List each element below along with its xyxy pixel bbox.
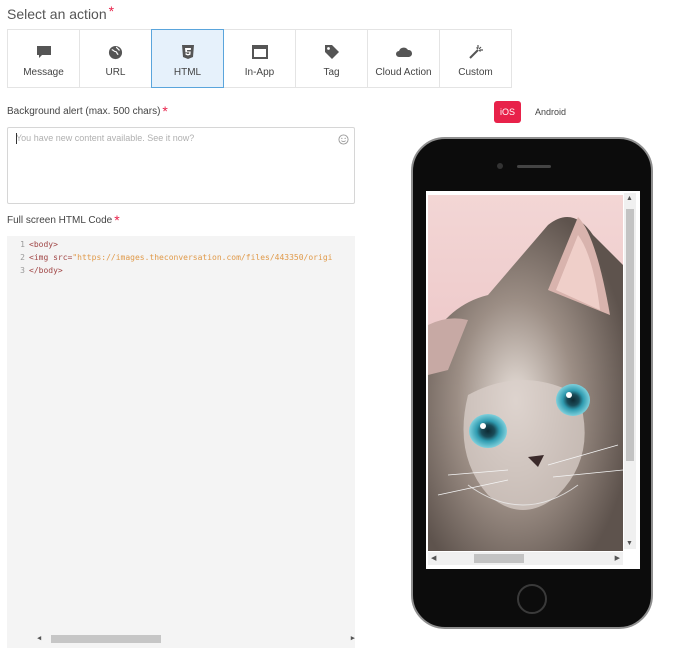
scroll-down-arrow-icon[interactable]: ▼ bbox=[626, 540, 633, 547]
html-code-label: Full screen HTML Code * bbox=[7, 212, 120, 228]
background-alert-input[interactable]: You have new content available. See it n… bbox=[7, 127, 355, 204]
required-mark: * bbox=[114, 212, 120, 228]
html-code-editor[interactable]: 1 <body> 2 <img src="https://images.thecon… bbox=[7, 236, 355, 648]
scroll-left-arrow-icon[interactable]: ◀ bbox=[37, 634, 41, 642]
magic-wand-icon bbox=[468, 44, 484, 60]
tag-icon bbox=[324, 44, 340, 60]
background-alert-placeholder: You have new content available. See it n… bbox=[16, 133, 195, 143]
phone-home-button bbox=[517, 584, 547, 614]
scrollbar-thumb[interactable] bbox=[474, 554, 524, 563]
action-cloud-action-button[interactable]: Cloud Action bbox=[367, 29, 440, 88]
scrollbar-thumb[interactable] bbox=[626, 209, 634, 461]
code-line: 3 </body> bbox=[20, 266, 63, 275]
action-label: Cloud Action bbox=[375, 67, 432, 78]
window-icon bbox=[251, 44, 268, 60]
required-mark: * bbox=[108, 3, 115, 19]
action-in-app-button[interactable]: In-App bbox=[223, 29, 296, 88]
phone-speaker bbox=[517, 165, 551, 168]
action-label: Message bbox=[23, 67, 64, 78]
action-label: Custom bbox=[458, 67, 493, 78]
tab-android[interactable]: Android bbox=[529, 101, 572, 123]
globe-icon bbox=[108, 44, 123, 60]
required-mark: * bbox=[162, 103, 168, 119]
code-line: 2 <img src="https://images.theconversatio… bbox=[20, 253, 333, 262]
code-line: 1 <body> bbox=[20, 240, 58, 249]
phone-screen: ▲ ▼ ◀ ▶ bbox=[426, 191, 640, 569]
scroll-right-arrow-icon[interactable]: ▶ bbox=[351, 634, 355, 642]
scroll-right-arrow-icon[interactable]: ▶ bbox=[615, 554, 620, 562]
tab-ios[interactable]: iOS bbox=[494, 101, 522, 123]
action-url-button[interactable]: URL bbox=[79, 29, 152, 88]
kitten-image bbox=[428, 195, 623, 551]
cloud-icon bbox=[395, 44, 413, 60]
message-icon bbox=[36, 44, 52, 60]
action-html-button[interactable]: HTML bbox=[151, 29, 224, 88]
action-custom-button[interactable]: Custom bbox=[439, 29, 512, 88]
action-label: HTML bbox=[173, 67, 202, 78]
action-label: In-App bbox=[244, 67, 275, 78]
phone-camera bbox=[497, 163, 503, 169]
text-caret bbox=[16, 133, 17, 144]
preview-os-tabs: iOS Android bbox=[494, 101, 572, 123]
preview-vertical-scrollbar[interactable]: ▲ ▼ bbox=[624, 193, 636, 549]
action-message-button[interactable]: Message bbox=[7, 29, 80, 88]
html5-icon bbox=[181, 44, 195, 60]
emoji-icon[interactable] bbox=[338, 132, 349, 150]
action-selector: Message URL HTML In-App Tag Cloud Action bbox=[7, 29, 512, 88]
preview-horizontal-scrollbar[interactable]: ◀ ▶ bbox=[428, 552, 623, 565]
scroll-left-arrow-icon[interactable]: ◀ bbox=[431, 554, 436, 562]
code-horizontal-scrollbar[interactable]: ◀ ▶ bbox=[37, 634, 355, 644]
select-action-title: Select an action * bbox=[7, 3, 115, 22]
phone-preview: ▲ ▼ ◀ ▶ bbox=[411, 137, 653, 629]
action-label: URL bbox=[105, 67, 126, 78]
action-tag-button[interactable]: Tag bbox=[295, 29, 368, 88]
action-label: Tag bbox=[323, 67, 340, 78]
scrollbar-thumb[interactable] bbox=[51, 635, 161, 643]
scroll-up-arrow-icon[interactable]: ▲ bbox=[626, 195, 633, 202]
background-alert-label: Background alert (max. 500 chars) * bbox=[7, 103, 168, 119]
